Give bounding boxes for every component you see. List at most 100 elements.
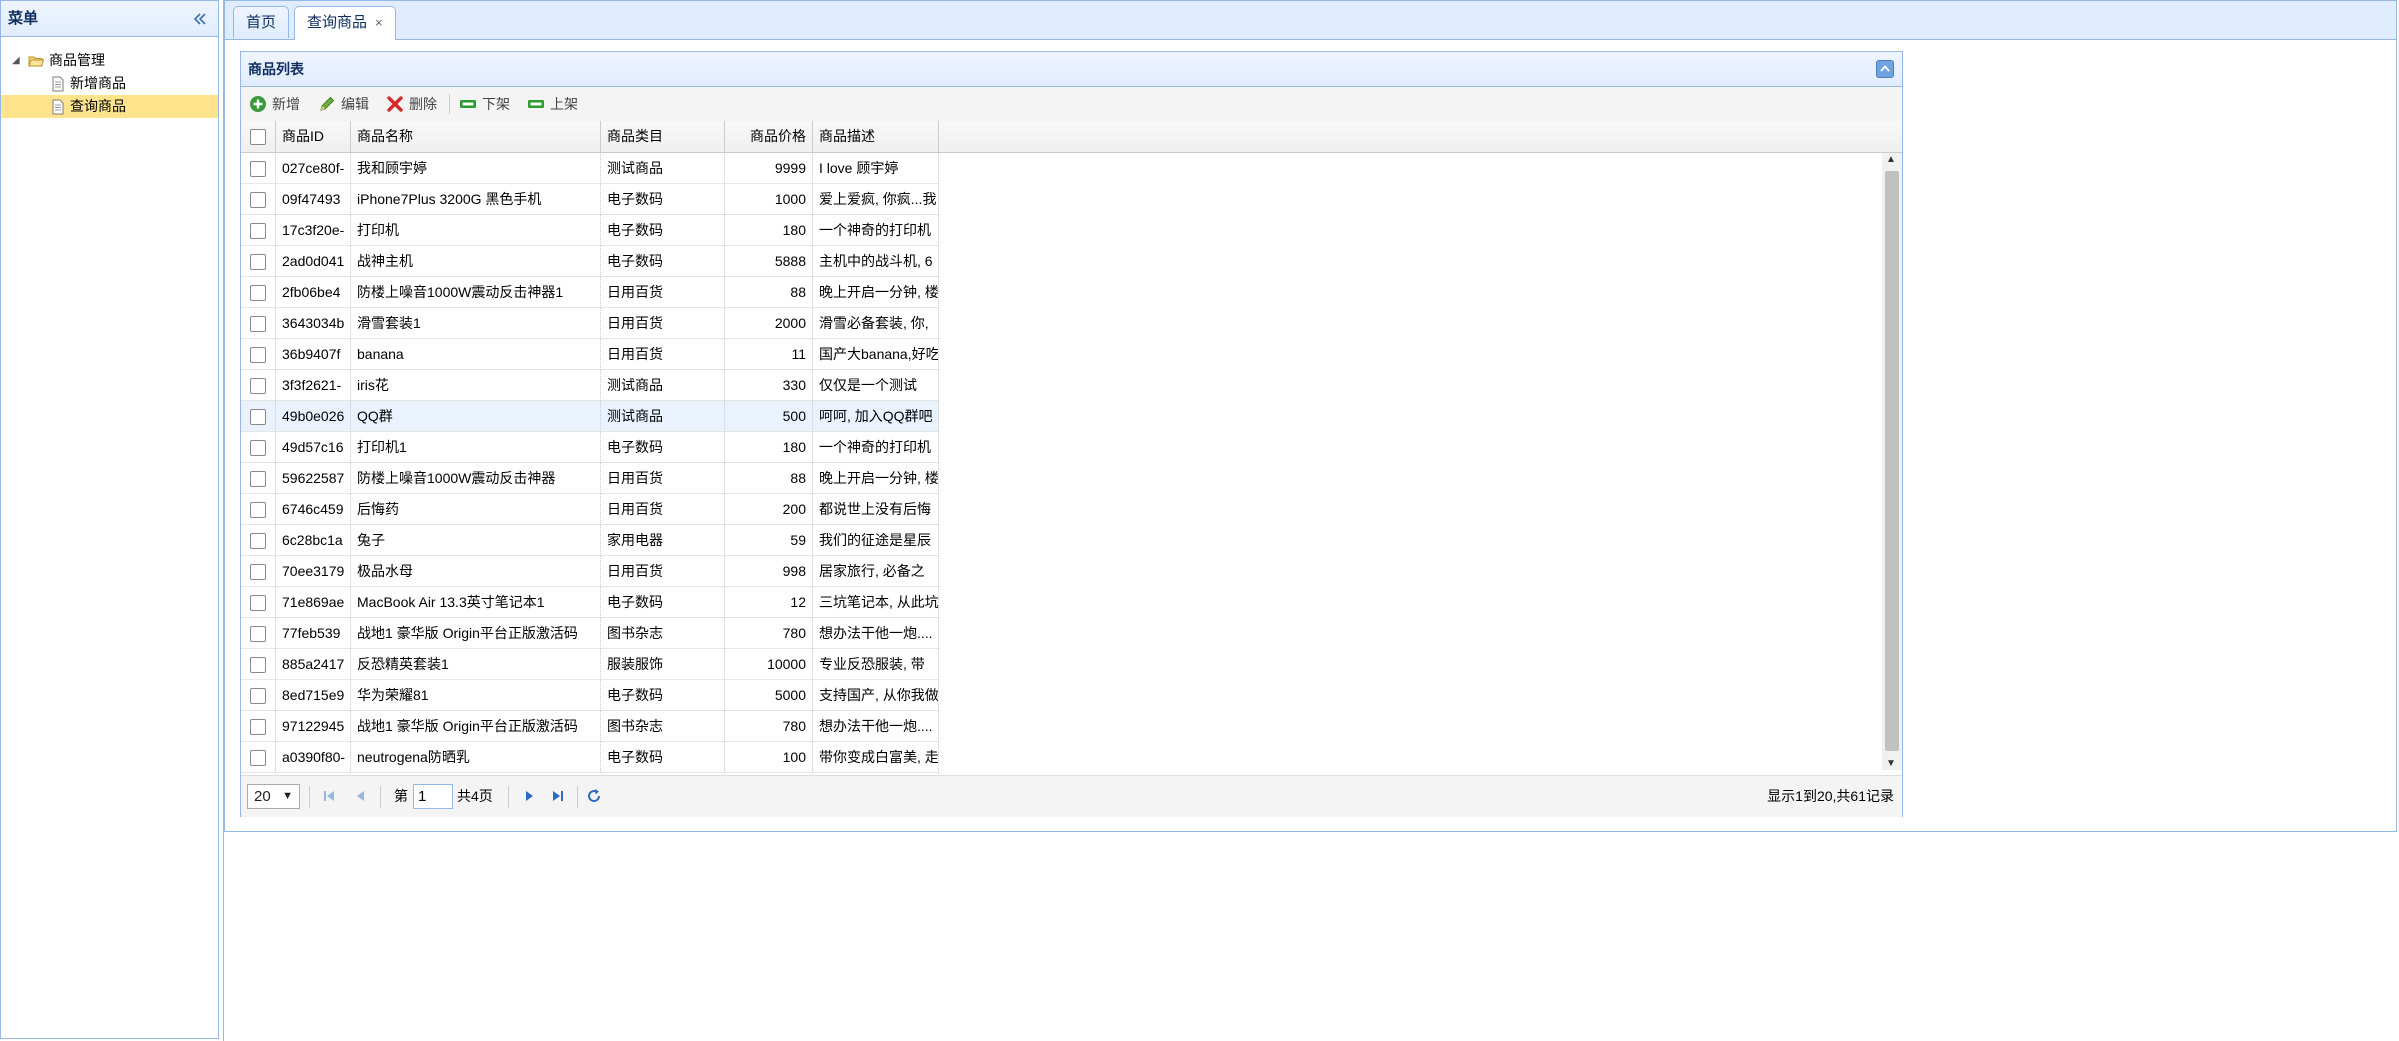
row-checkbox[interactable] <box>250 409 266 426</box>
refresh-icon[interactable] <box>586 788 602 804</box>
row-check-cell <box>241 680 276 711</box>
cell-desc: 一个神奇的打印机 <box>813 215 939 246</box>
row-checkbox[interactable] <box>250 316 266 333</box>
next-page-icon[interactable] <box>521 788 537 804</box>
toolbar-separator <box>449 94 450 114</box>
expanded-arrow-icon[interactable]: ◢ <box>12 49 20 72</box>
row-checkbox[interactable] <box>250 750 266 767</box>
tab-label: 首页 <box>246 14 277 31</box>
table-row[interactable]: 6c28bc1a 兔子 家用电器 59 我们的征途是星辰 <box>241 525 939 556</box>
column-header-id[interactable]: 商品ID <box>276 121 351 152</box>
table-row[interactable]: 2fb06be4 防楼上噪音1000W震动反击神器1 日用百货 88 晚上开启一分钟, … <box>241 277 939 308</box>
tree-node-product-management[interactable]: ◢ 商品管理 <box>1 49 218 72</box>
row-check-cell <box>241 649 276 680</box>
column-header-name[interactable]: 商品名称 <box>351 121 601 152</box>
collapse-left-icon[interactable] <box>192 11 208 27</box>
row-checkbox[interactable] <box>250 347 266 364</box>
cell-category: 电子数码 <box>601 215 725 246</box>
table-row[interactable]: 77feb539 战地1 豪华版 Origin平台正版激活码 图书杂志 780 想办法干… <box>241 618 939 649</box>
row-checkbox[interactable] <box>250 564 266 581</box>
row-checkbox[interactable] <box>250 192 266 209</box>
cell-price: 11 <box>725 339 813 370</box>
tree-node-query-product[interactable]: 查询商品 <box>1 95 218 118</box>
row-checkbox[interactable] <box>250 657 266 674</box>
edit-button[interactable]: 编辑 <box>318 93 369 115</box>
vertical-scrollbar[interactable]: ▲ ▼ <box>1882 153 1902 770</box>
onshelf-button[interactable]: 上架 <box>527 93 578 115</box>
table-row[interactable]: 027ce80f- 我和顾宇婷 测试商品 9999 I love 顾宇婷 <box>241 153 939 184</box>
table-row[interactable]: 3643034b 滑雪套装1 日用百货 2000 滑雪必备套装, 你, <box>241 308 939 339</box>
select-all-cell <box>241 121 276 152</box>
row-checkbox[interactable] <box>250 440 266 457</box>
row-checkbox[interactable] <box>250 595 266 612</box>
menu-panel: 菜单 ◢ 商品管理 新增商品 查询商品 <box>0 0 219 1039</box>
last-page-icon[interactable] <box>550 788 566 804</box>
tab-query-product[interactable]: 查询商品 × <box>294 6 396 40</box>
tab-close-icon[interactable]: × <box>375 15 383 30</box>
cell-desc: 支持国产, 从你我做 <box>813 680 939 711</box>
table-row[interactable]: 17c3f20e- 打印机 电子数码 180 一个神奇的打印机 <box>241 215 939 246</box>
column-header-desc[interactable]: 商品描述 <box>813 121 939 152</box>
menu-title: 菜单 <box>8 10 39 27</box>
column-header-price[interactable]: 商品价格 <box>725 121 813 152</box>
table-row[interactable]: a0390f80- neutrogena防晒乳 电子数码 100 带你变成白富美, 走 <box>241 742 939 773</box>
cell-category: 服装服饰 <box>601 649 725 680</box>
pager-summary: 显示1到20,共61记录 <box>1767 788 1894 804</box>
cell-desc: 一个神奇的打印机 <box>813 432 939 463</box>
table-row[interactable]: 8ed715e9 华为荣耀81 电子数码 5000 支持国产, 从你我做 <box>241 680 939 711</box>
tab-home[interactable]: 首页 <box>233 6 290 38</box>
page-number-input[interactable] <box>413 784 453 809</box>
row-check-cell <box>241 525 276 556</box>
row-checkbox[interactable] <box>250 502 266 519</box>
panel-collapse-button[interactable] <box>1876 60 1894 78</box>
table-row[interactable]: 36b9407f banana 日用百货 11 国产大banana,好吃 <box>241 339 939 370</box>
row-checkbox[interactable] <box>250 688 266 705</box>
table-row[interactable]: 2ad0d041 战神主机 电子数码 5888 主机中的战斗机, 6 <box>241 246 939 277</box>
row-check-cell <box>241 370 276 401</box>
tree-node-add-product[interactable]: 新增商品 <box>1 72 218 95</box>
row-checkbox[interactable] <box>250 223 266 240</box>
pager-separator <box>380 786 381 808</box>
row-checkbox[interactable] <box>250 378 266 395</box>
row-check-cell <box>241 618 276 649</box>
cell-name: 战地1 豪华版 Origin平台正版激活码 <box>351 618 601 649</box>
row-checkbox[interactable] <box>250 533 266 550</box>
column-header-category[interactable]: 商品类目 <box>601 121 725 152</box>
row-checkbox[interactable] <box>250 626 266 643</box>
row-checkbox[interactable] <box>250 471 266 488</box>
table-row[interactable]: 885a2417 反恐精英套装1 服装服饰 10000 专业反恐服装, 带 <box>241 649 939 680</box>
table-row[interactable]: 59622587 防楼上噪音1000W震动反击神器 日用百货 88 晚上开启一分钟, 楼 <box>241 463 939 494</box>
row-checkbox[interactable] <box>250 161 266 178</box>
tabs-header: 首页 查询商品 × <box>225 1 2396 40</box>
tree-node-label: 商品管理 <box>49 52 105 68</box>
table-row[interactable]: 3f3f2621- iris花 测试商品 330 仅仅是一个测试 <box>241 370 939 401</box>
row-checkbox[interactable] <box>250 254 266 271</box>
add-button[interactable]: 新增 <box>249 93 300 115</box>
page-prefix: 第 <box>394 788 408 804</box>
table-row[interactable]: 6746c459 后悔药 日用百货 200 都说世上没有后悔 <box>241 494 939 525</box>
row-checkbox[interactable] <box>250 719 266 736</box>
row-checkbox[interactable] <box>250 285 266 302</box>
table-row[interactable]: 49b0e026 QQ群 测试商品 500 呵呵, 加入QQ群吧 <box>241 401 939 432</box>
offshelf-button[interactable]: 下架 <box>459 93 510 115</box>
scroll-up-arrow-icon[interactable]: ▲ <box>1886 154 1896 165</box>
scroll-down-arrow-icon[interactable]: ▼ <box>1886 758 1896 769</box>
row-check-cell <box>241 153 276 184</box>
cell-price: 780 <box>725 711 813 742</box>
cell-price: 500 <box>725 401 813 432</box>
page-size-select[interactable]: 20 ▼ <box>247 784 300 809</box>
cell-category: 家用电器 <box>601 525 725 556</box>
prev-page-icon[interactable] <box>353 788 369 804</box>
table-row[interactable]: 70ee3179 极品水母 日用百货 998 居家旅行, 必备之 <box>241 556 939 587</box>
table-row[interactable]: 97122945 战地1 豪华版 Origin平台正版激活码 图书杂志 780 想办法干… <box>241 711 939 742</box>
delete-button[interactable]: 删除 <box>386 93 437 115</box>
first-page-icon[interactable] <box>321 788 337 804</box>
table-row[interactable]: 09f47493 iPhone7Plus 3200G 黑色手机 电子数码 1000 爱上… <box>241 184 939 215</box>
table-row[interactable]: 71e869ae MacBook Air 13.3英寸笔记本1 电子数码 12 三坑笔记… <box>241 587 939 618</box>
grid-toolbar: 新增 编辑 删除 下架 上架 <box>241 87 1902 122</box>
cell-category: 日用百货 <box>601 308 725 339</box>
scrollbar-thumb[interactable] <box>1885 171 1899 751</box>
table-row[interactable]: 49d57c16 打印机1 电子数码 180 一个神奇的打印机 <box>241 432 939 463</box>
select-all-checkbox[interactable] <box>250 129 266 146</box>
cell-name: 反恐精英套装1 <box>351 649 601 680</box>
